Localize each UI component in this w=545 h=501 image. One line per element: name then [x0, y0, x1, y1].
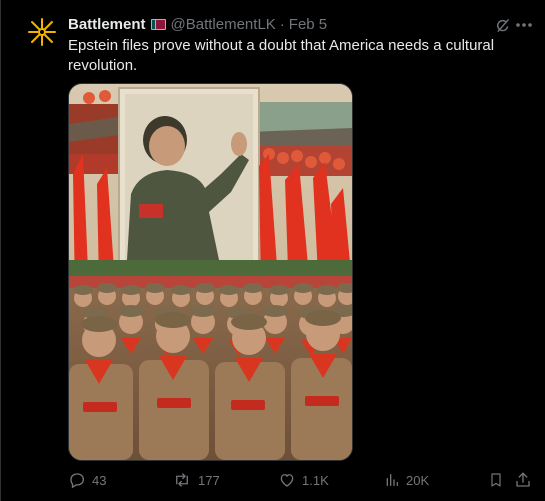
tweet-text: Epstein files prove without a doubt that… [68, 37, 495, 74]
reply-button[interactable]: 43 [68, 470, 106, 490]
more-button[interactable] [512, 15, 536, 35]
views-icon [386, 474, 398, 486]
share-icon [516, 472, 530, 487]
repost-count: 177 [198, 472, 220, 488]
grok-button[interactable] [492, 15, 512, 35]
more-icon [516, 23, 532, 27]
sun-emblem-icon [28, 18, 56, 46]
action-bar: 43 177 1.1K 20K [68, 470, 530, 490]
tweet-card[interactable]: Battlement @BattlementLK · Feb 5 Epstein… [0, 0, 545, 501]
repost-icon [176, 473, 188, 487]
tweet-image[interactable] [68, 83, 353, 461]
author-handle[interactable]: @BattlementLK [171, 16, 276, 33]
grok-icon [496, 18, 509, 32]
post-date[interactable]: Feb 5 [289, 16, 327, 33]
like-button[interactable]: 1.1K [278, 470, 329, 490]
reply-icon [70, 473, 85, 489]
avatar[interactable] [27, 17, 57, 47]
tweet-header: Battlement @BattlementLK · Feb 5 [68, 14, 327, 34]
sri-lanka-flag-icon [150, 18, 166, 30]
bookmark-button[interactable] [488, 470, 504, 490]
bookmark-icon [491, 473, 501, 487]
reply-count: 43 [92, 472, 107, 488]
poster-photo [69, 84, 352, 460]
views-count: 20K [406, 472, 430, 488]
like-count: 1.1K [302, 472, 329, 488]
heart-icon [280, 474, 294, 487]
author-name[interactable]: Battlement [68, 16, 146, 33]
share-button[interactable] [514, 470, 532, 490]
separator: · [279, 15, 285, 33]
views-button[interactable]: 20K [384, 470, 429, 490]
repost-button[interactable]: 177 [172, 470, 220, 490]
